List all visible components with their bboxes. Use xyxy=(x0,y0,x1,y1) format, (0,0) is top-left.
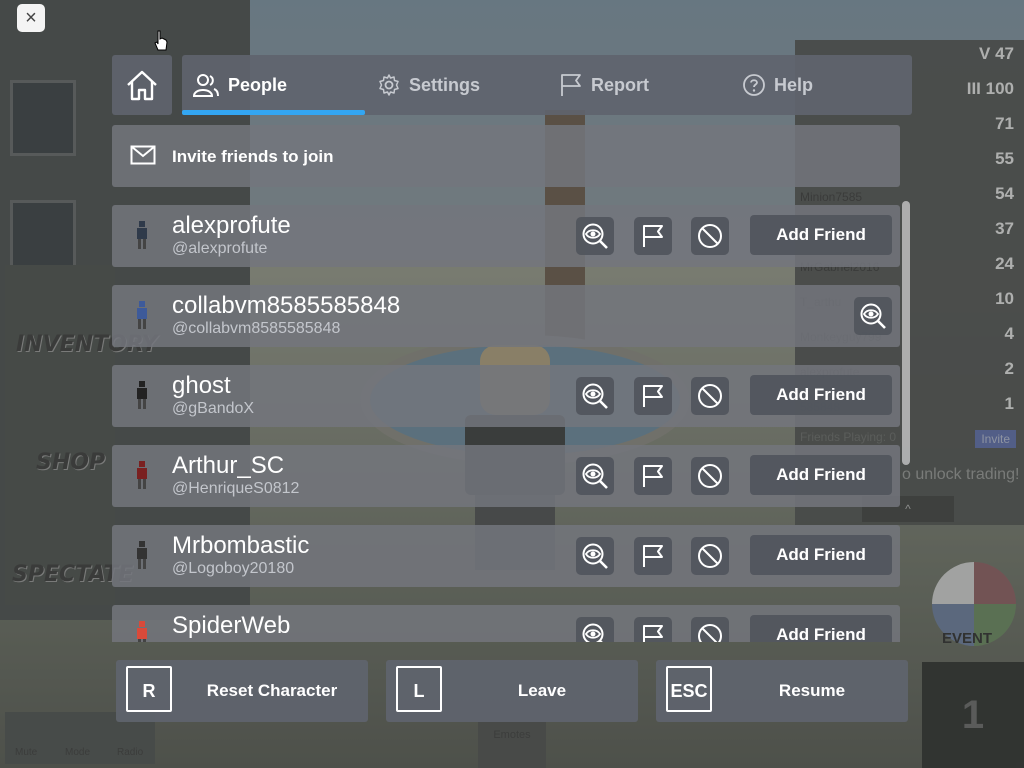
people-list: Invite friends to join alexprofute @alexp… xyxy=(112,125,912,642)
home-button[interactable] xyxy=(112,55,172,115)
inspect-player-button[interactable] xyxy=(576,617,614,642)
block-player-button[interactable] xyxy=(691,617,729,642)
block-icon xyxy=(698,384,722,408)
tab-people[interactable]: People xyxy=(192,55,287,115)
tab-people-label: People xyxy=(228,75,288,95)
report-player-button[interactable] xyxy=(634,617,672,642)
block-icon xyxy=(698,224,722,248)
tab-report-label: Report xyxy=(591,75,649,95)
block-player-button[interactable] xyxy=(691,457,729,495)
player-row: Mrbombastic @Logoboy20180 Add Friend xyxy=(112,525,900,587)
reset-key-hint: R xyxy=(126,666,172,712)
player-display-name: ghost xyxy=(172,372,231,399)
gear-icon xyxy=(379,74,399,96)
player-display-name: collabvm8585585848 xyxy=(172,292,401,319)
player-row: collabvm8585585848 @collabvm8585585848 xyxy=(112,285,900,347)
help-icon xyxy=(743,74,765,96)
invite-friends-label: Invite friends to join xyxy=(172,147,334,166)
hand-cursor-icon xyxy=(154,30,168,51)
resume-label: Resume xyxy=(778,681,846,700)
inspect-icon xyxy=(582,543,608,569)
tab-bar: People Settings Report Help xyxy=(182,55,912,115)
report-flag-icon xyxy=(643,385,663,407)
add-friend-button[interactable]: Add Friend xyxy=(750,535,892,575)
resume-button[interactable]: ESC Resume xyxy=(656,660,908,722)
report-player-button[interactable] xyxy=(634,377,672,415)
block-player-button[interactable] xyxy=(691,377,729,415)
flag-icon xyxy=(561,74,581,96)
report-flag-icon xyxy=(643,225,663,247)
add-friend-button[interactable]: Add Friend xyxy=(750,375,892,415)
reset-character-label: Reset Character xyxy=(206,681,338,700)
inspect-icon xyxy=(582,383,608,409)
block-player-button[interactable] xyxy=(691,537,729,575)
player-row: alexprofute @alexprofute Add Friend xyxy=(112,205,900,267)
resume-key-hint: ESC xyxy=(666,666,712,712)
add-friend-button[interactable]: Add Friend xyxy=(750,615,892,642)
player-display-name: Mrbombastic xyxy=(172,532,310,559)
player-username: @HenriqueS0812 xyxy=(172,480,300,497)
list-scrollbar[interactable] xyxy=(902,201,910,465)
player-avatar-icon xyxy=(137,221,147,249)
report-player-button[interactable] xyxy=(634,537,672,575)
mail-icon xyxy=(130,145,156,165)
player-display-name: alexprofute xyxy=(172,212,291,239)
player-display-name: Arthur_SC xyxy=(172,452,285,479)
report-flag-icon xyxy=(643,625,663,642)
player-avatar-icon xyxy=(137,461,147,489)
report-flag-icon xyxy=(643,545,663,567)
inspect-icon xyxy=(582,223,608,249)
add-friend-button[interactable]: Add Friend xyxy=(750,215,892,255)
people-icon xyxy=(192,74,219,97)
block-icon xyxy=(698,544,722,568)
player-username: @alexprofute xyxy=(172,240,268,257)
player-row: ghost @gBandoX Add Friend xyxy=(112,365,900,427)
reset-character-button[interactable]: R Reset Character xyxy=(116,660,368,722)
player-display-name: SpiderWeb xyxy=(172,612,291,639)
block-icon xyxy=(698,464,722,488)
player-avatar-icon xyxy=(137,541,147,569)
inspect-icon xyxy=(582,463,608,489)
player-avatar-icon xyxy=(137,621,147,642)
inspect-icon xyxy=(860,303,886,329)
game-menu: People Settings Report Help Invite frien… xyxy=(112,55,912,725)
report-flag-icon xyxy=(643,465,663,487)
player-row: SpiderWeb Add Friend xyxy=(112,605,900,642)
active-tab-indicator xyxy=(182,110,365,115)
leave-button[interactable]: L Leave xyxy=(386,660,638,722)
leave-label: Leave xyxy=(517,681,567,700)
tab-help-label: Help xyxy=(774,75,814,95)
invite-friends-row[interactable]: Invite friends to join xyxy=(112,125,900,187)
close-button[interactable]: × xyxy=(17,4,45,32)
leave-key-hint: L xyxy=(396,666,442,712)
report-player-button[interactable] xyxy=(634,217,672,255)
player-avatar-icon xyxy=(137,301,147,329)
block-player-button[interactable] xyxy=(691,217,729,255)
inspect-icon xyxy=(582,623,604,642)
home-icon xyxy=(127,70,157,101)
player-username: @collabvm8585585848 xyxy=(172,320,341,337)
block-icon xyxy=(698,624,722,642)
tab-settings[interactable]: Settings xyxy=(377,55,480,115)
tab-report[interactable]: Report xyxy=(559,55,649,115)
report-player-button[interactable] xyxy=(634,457,672,495)
inspect-player-button[interactable] xyxy=(576,457,614,495)
tab-help[interactable]: Help xyxy=(742,55,813,115)
inspect-player-button[interactable] xyxy=(854,297,892,335)
add-friend-button[interactable]: Add Friend xyxy=(750,455,892,495)
player-username: @Logoboy20180 xyxy=(172,560,295,577)
inspect-player-button[interactable] xyxy=(576,377,614,415)
player-row: Arthur_SC @HenriqueS0812 Add Friend xyxy=(112,445,900,507)
inspect-player-button[interactable] xyxy=(576,537,614,575)
inspect-player-button[interactable] xyxy=(576,217,614,255)
player-avatar-icon xyxy=(137,381,147,409)
player-username: @gBandoX xyxy=(172,400,255,417)
tab-settings-label: Settings xyxy=(409,75,481,95)
